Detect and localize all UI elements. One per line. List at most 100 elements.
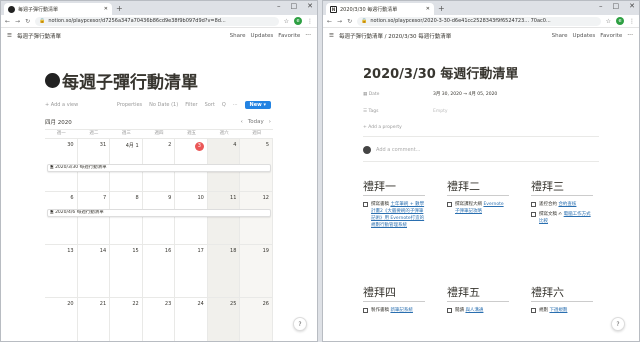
todo-item[interactable]: 撰寫文稿 ✍ 電腦工作方式比較 (531, 211, 593, 225)
browser-tab[interactable]: 每週子彈行動清單 ✕ (4, 3, 112, 15)
breadcrumb[interactable]: 每週子彈行動清單 / 2020/3/30 每週行動清單 (339, 32, 547, 40)
properties-button[interactable]: Properties (117, 102, 142, 108)
todo-item[interactable]: 撰寫課程大綱 Evernote 子彈筆記攻略 (447, 201, 509, 215)
todo-item[interactable]: 製作書稿 新筆記系統 (363, 307, 425, 314)
day-cell[interactable]: 19 (240, 245, 273, 297)
menu-icon[interactable]: ⋮ (629, 18, 635, 25)
day-cell[interactable]: 8 (110, 192, 143, 244)
add-comment-input[interactable]: Add a comment... (376, 147, 420, 153)
updates-button[interactable]: Updates (250, 33, 273, 39)
checkbox[interactable] (447, 202, 452, 207)
minimize-icon[interactable]: – (277, 2, 281, 10)
star-icon[interactable]: ☆ (284, 18, 289, 25)
add-property-button[interactable]: + Add a property (363, 123, 402, 131)
sidebar-toggle-icon[interactable]: ☰ (7, 33, 12, 39)
back-icon[interactable]: ← (327, 18, 332, 25)
add-view-button[interactable]: + Add a view (45, 102, 78, 108)
checkbox[interactable] (531, 308, 536, 313)
todo-item[interactable]: 撰寫書稿 土年筆刷 + 數學計畫2《大腦要刷的子彈筆記術》用 Evernote打… (363, 201, 425, 229)
day-cell[interactable]: 17 (175, 245, 208, 297)
menu-icon[interactable]: ⋮ (307, 18, 313, 25)
back-icon[interactable]: ← (5, 18, 10, 25)
filter-button[interactable]: Filter (185, 102, 197, 108)
new-tab-button[interactable]: + (116, 4, 123, 13)
favorite-button[interactable]: Favorite (278, 33, 300, 39)
day-cell[interactable]: 14 (78, 245, 111, 297)
todo-item[interactable]: 規劃 下週規劃 (531, 307, 593, 314)
forward-icon[interactable]: → (15, 18, 20, 25)
day-cell[interactable]: 24 (175, 298, 208, 341)
checkbox[interactable] (363, 308, 368, 313)
comment-row[interactable]: Add a comment... (363, 146, 420, 154)
todo-link[interactable]: 新筆記系統 (390, 308, 413, 313)
prev-month-icon[interactable]: ‹ (241, 119, 243, 125)
page-title[interactable]: 2020/3/30 每週行動清單 (363, 63, 518, 82)
close-window-icon[interactable]: ✕ (307, 2, 313, 10)
day-cell[interactable]: 23 (143, 298, 176, 341)
sort-button[interactable]: Sort (205, 102, 215, 108)
view-more-button[interactable]: ··· (233, 102, 238, 108)
sidebar-toggle-icon[interactable]: ☰ (329, 33, 334, 39)
day-cell[interactable]: 11 (207, 192, 241, 244)
close-tab-icon[interactable]: ✕ (104, 6, 108, 12)
favorite-button[interactable]: Favorite (600, 33, 622, 39)
url-field[interactable]: 🔒 notion.so/playpcesor/d7256a347a70436b8… (35, 16, 279, 26)
day-cell[interactable]: 22 (110, 298, 143, 341)
help-button[interactable]: ? (293, 317, 307, 331)
checkbox[interactable] (363, 202, 368, 207)
help-button[interactable]: ? (611, 317, 625, 331)
checkbox[interactable] (447, 308, 452, 313)
more-button[interactable]: ··· (305, 32, 311, 39)
more-button[interactable]: ··· (627, 32, 633, 39)
todo-item[interactable]: 遙控合約 合約查核 (531, 201, 593, 208)
view-toolbar: + Add a view Properties No Date (1) Filt… (45, 100, 271, 109)
day-cell[interactable]: 18 (207, 245, 241, 297)
next-month-icon[interactable]: › (269, 119, 271, 125)
minimize-icon[interactable]: – (599, 2, 603, 10)
maximize-icon[interactable]: □ (613, 2, 620, 10)
close-window-icon[interactable]: ✕ (629, 2, 635, 10)
day-cell[interactable]: 16 (143, 245, 176, 297)
browser-tab[interactable]: N 2020/3/30 每週行動清單 ✕ (326, 3, 434, 15)
day-cell[interactable]: 20 (45, 298, 78, 341)
calendar-event[interactable]: 🗎 2020/3/30 每週行動清單 (47, 164, 271, 172)
property-tags[interactable]: ☰ Tags Empty (363, 107, 448, 115)
today-button[interactable]: Today (248, 119, 264, 125)
share-button[interactable]: Share (230, 33, 246, 39)
todo-link[interactable]: 與人溝通 (465, 308, 483, 313)
evernote-extension-icon[interactable]: e (616, 17, 624, 25)
reload-icon[interactable]: ↻ (347, 18, 352, 25)
star-icon[interactable]: ☆ (606, 18, 611, 25)
day-cell[interactable]: 9 (143, 192, 176, 244)
new-button[interactable]: New ▾ (244, 100, 271, 109)
maximize-icon[interactable]: □ (291, 2, 298, 10)
day-cell[interactable]: 13 (45, 245, 78, 297)
property-date[interactable]: ▦ Date 3月 30, 2020 → 4月 05, 2020 (363, 90, 497, 98)
breadcrumb[interactable]: 每週子彈行動清單 (17, 32, 225, 40)
todo-item[interactable]: 閱讀 與人溝通 (447, 307, 509, 314)
calendar-event[interactable]: 🗎 2020/4/6 每週行動清單 (47, 209, 271, 217)
reload-icon[interactable]: ↻ (25, 18, 30, 25)
url-text: notion.so/playpcesor/d7256a347a70436b86c… (48, 18, 226, 24)
day-cell[interactable]: 6 (45, 192, 78, 244)
new-tab-button[interactable]: + (438, 4, 445, 13)
checkbox[interactable] (531, 202, 536, 207)
day-cell[interactable]: 26 (240, 298, 273, 341)
day-cell[interactable]: 25 (207, 298, 241, 341)
updates-button[interactable]: Updates (572, 33, 595, 39)
forward-icon[interactable]: → (337, 18, 342, 25)
search-icon[interactable]: Q (222, 102, 226, 108)
day-cell[interactable]: 12 (240, 192, 273, 244)
checkbox[interactable] (531, 212, 536, 217)
todo-link[interactable]: 合約查核 (558, 202, 576, 207)
day-cell[interactable]: 7 (78, 192, 111, 244)
no-date-button[interactable]: No Date (1) (149, 102, 178, 108)
day-cell[interactable]: 15 (110, 245, 143, 297)
day-cell[interactable]: 21 (78, 298, 111, 341)
todo-link[interactable]: 下週規劃 (549, 308, 567, 313)
evernote-extension-icon[interactable]: e (294, 17, 302, 25)
day-cell[interactable]: 10 (175, 192, 208, 244)
close-tab-icon[interactable]: ✕ (426, 6, 430, 12)
url-field[interactable]: 🔒 notion.so/playpcesor/2020-3-30-d6e41cc… (357, 16, 601, 26)
share-button[interactable]: Share (552, 33, 568, 39)
